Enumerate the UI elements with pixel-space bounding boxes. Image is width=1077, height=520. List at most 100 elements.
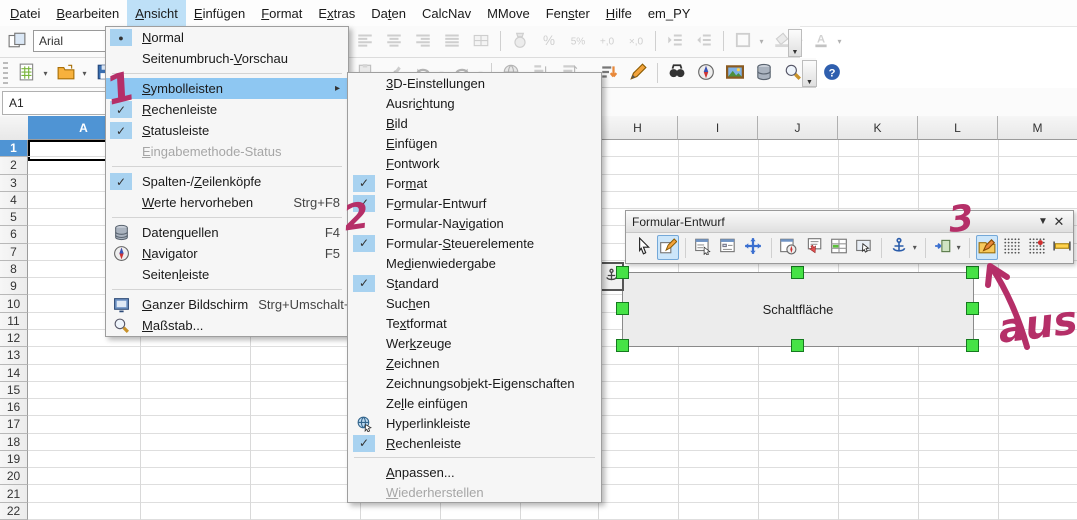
- open-button[interactable]: [53, 60, 79, 86]
- align-object-button[interactable]: [932, 235, 954, 260]
- row-header-21[interactable]: 21: [0, 485, 28, 502]
- toolbars-submenu-item-zeichnungsobjekt-eigenschaften[interactable]: Zeichnungsobjekt-Eigenschaften: [348, 373, 601, 393]
- row-header-10[interactable]: 10: [0, 295, 28, 312]
- toolbars-submenu-item-zelle-einf-gen[interactable]: Zelle einfügen: [348, 393, 601, 413]
- new-document-button[interactable]: [14, 60, 40, 86]
- menubar-item-hilfe[interactable]: Hilfe: [598, 0, 640, 26]
- form-navigator-button[interactable]: [777, 235, 799, 260]
- row-header-4[interactable]: 4: [0, 192, 28, 209]
- draw-pencil-button[interactable]: [625, 60, 651, 86]
- row-header-6[interactable]: 6: [0, 226, 28, 243]
- row-header-16[interactable]: 16: [0, 399, 28, 416]
- selection-handle[interactable]: [966, 266, 979, 279]
- menubar-item-datei[interactable]: Datei: [2, 0, 48, 26]
- menubar-item-einf-gen[interactable]: Einfügen: [186, 0, 253, 26]
- name-box[interactable]: [2, 91, 112, 115]
- design-mode-button[interactable]: [657, 235, 679, 260]
- close-button[interactable]: ✕: [1051, 214, 1067, 230]
- find-replace-button[interactable]: [664, 60, 690, 86]
- column-header-m[interactable]: M: [998, 116, 1077, 140]
- toolbars-submenu-item-formular-steuerelemente[interactable]: ✓Formular-Steuerelemente: [348, 233, 601, 253]
- toolbar-overflow-button[interactable]: ▼: [802, 60, 817, 87]
- menubar-item-ansicht[interactable]: Ansicht: [127, 0, 186, 26]
- row-header-9[interactable]: 9: [0, 278, 28, 295]
- toolbars-submenu-item-rechenleiste[interactable]: ✓Rechenleiste: [348, 433, 601, 453]
- gallery-button[interactable]: [722, 60, 748, 86]
- selection-handle[interactable]: [966, 302, 979, 315]
- decrease-indent-button[interactable]: [691, 28, 717, 54]
- view-menu-item-navigator[interactable]: NavigatorF5: [106, 243, 348, 264]
- column-header-j[interactable]: J: [758, 116, 838, 140]
- menubar-item-daten[interactable]: Daten: [363, 0, 414, 26]
- menubar-item-format[interactable]: Format: [253, 0, 310, 26]
- view-menu-item-rechenleiste[interactable]: ✓Rechenleiste: [106, 99, 348, 120]
- row-header-1[interactable]: 1: [0, 140, 28, 157]
- data-sources-button[interactable]: [751, 60, 777, 86]
- toolbar-overflow-button[interactable]: ▼: [788, 29, 802, 57]
- help-button[interactable]: ?: [819, 60, 845, 86]
- form-push-button[interactable]: Schaltfläche: [622, 272, 974, 347]
- selection-handle[interactable]: [616, 339, 629, 352]
- align-right-button[interactable]: [410, 28, 436, 54]
- row-header-14[interactable]: 14: [0, 365, 28, 382]
- row-header-11[interactable]: 11: [0, 313, 28, 330]
- toolbars-submenu-item-formular-entwurf[interactable]: ✓Formular-Entwurf: [348, 193, 601, 213]
- focus-control-button[interactable]: [853, 235, 875, 260]
- row-header-7[interactable]: 7: [0, 244, 28, 261]
- toolbars-submenu-item-anpassen[interactable]: Anpassen...: [348, 462, 601, 482]
- toolbars-submenu-item-3d-einstellungen[interactable]: 3D-Einstellungen: [348, 73, 601, 93]
- row-header-15[interactable]: 15: [0, 382, 28, 399]
- selection-handle[interactable]: [616, 266, 629, 279]
- font-name-combobox[interactable]: Arial: [33, 30, 112, 52]
- row-header-19[interactable]: 19: [0, 451, 28, 468]
- chevron-down-icon[interactable]: ▾: [41, 69, 50, 78]
- select-button[interactable]: [632, 235, 654, 260]
- toolbars-submenu-item-suchen[interactable]: Suchen: [348, 293, 601, 313]
- row-header-17[interactable]: 17: [0, 416, 28, 433]
- view-menu-item-spalten-zeilenk-pfe[interactable]: ✓Spalten-/Zeilenköpfe: [106, 171, 348, 192]
- merge-cells-button[interactable]: [468, 28, 494, 54]
- toolbars-submenu-item-wiederherstellen[interactable]: Wiederherstellen: [348, 482, 601, 502]
- menubar-item-mmove[interactable]: MMove: [479, 0, 538, 26]
- design-mode-toggle-button[interactable]: [976, 235, 998, 260]
- toolbars-submenu-item-einf-gen[interactable]: Einfügen: [348, 133, 601, 153]
- view-menu-item-seitenleiste[interactable]: Seitenleiste: [106, 264, 348, 285]
- view-menu-item-seitenumbruch-vorschau[interactable]: Seitenumbruch-Vorschau: [106, 48, 348, 69]
- guides-button[interactable]: [1051, 235, 1073, 260]
- column-header-k[interactable]: K: [838, 116, 918, 140]
- delete-decimal-button[interactable]: ×,0: [623, 28, 649, 54]
- row-header-22[interactable]: 22: [0, 503, 28, 520]
- percent-button[interactable]: %: [536, 28, 562, 54]
- selection-handle[interactable]: [791, 266, 804, 279]
- row-header-13[interactable]: 13: [0, 347, 28, 364]
- justify-button[interactable]: [439, 28, 465, 54]
- toolbars-submenu-item-format[interactable]: ✓Format: [348, 173, 601, 193]
- anchor-button[interactable]: [888, 235, 910, 260]
- toolbars-submenu-item-fontwork[interactable]: Fontwork: [348, 153, 601, 173]
- menubar-item-fenster[interactable]: Fenster: [538, 0, 598, 26]
- toolbars-submenu-item-werkzeuge[interactable]: Werkzeuge: [348, 333, 601, 353]
- toolbars-submenu-item-medienwiedergabe[interactable]: Medienwiedergabe: [348, 253, 601, 273]
- toolbars-submenu-item-ausrichtung[interactable]: Ausrichtung: [348, 93, 601, 113]
- column-header-l[interactable]: L: [918, 116, 998, 140]
- align-left-button[interactable]: [352, 28, 378, 54]
- selection-handle[interactable]: [616, 302, 629, 315]
- row-header-12[interactable]: 12: [0, 330, 28, 347]
- column-header-h[interactable]: H: [598, 116, 678, 140]
- row-header-8[interactable]: 8: [0, 261, 28, 278]
- borders-button[interactable]: [730, 28, 756, 54]
- align-center-button[interactable]: [381, 28, 407, 54]
- chevron-down-icon[interactable]: ▾: [757, 37, 766, 46]
- toolbars-submenu-item-bild[interactable]: Bild: [348, 113, 601, 133]
- currency-button[interactable]: [507, 28, 533, 54]
- chevron-down-icon[interactable]: ▾: [911, 243, 919, 252]
- toolbars-submenu-item-hyperlinkleiste[interactable]: Hyperlinkleiste: [348, 413, 601, 433]
- toolbars-submenu-item-standard[interactable]: ✓Standard: [348, 273, 601, 293]
- number-format-button[interactable]: 5%: [565, 28, 591, 54]
- selection-handle[interactable]: [966, 339, 979, 352]
- row-header-5[interactable]: 5: [0, 209, 28, 226]
- chevron-down-icon[interactable]: ▾: [80, 69, 89, 78]
- add-decimal-button[interactable]: +,0: [594, 28, 620, 54]
- add-field-button[interactable]: [803, 235, 825, 260]
- row-header-3[interactable]: 3: [0, 175, 28, 192]
